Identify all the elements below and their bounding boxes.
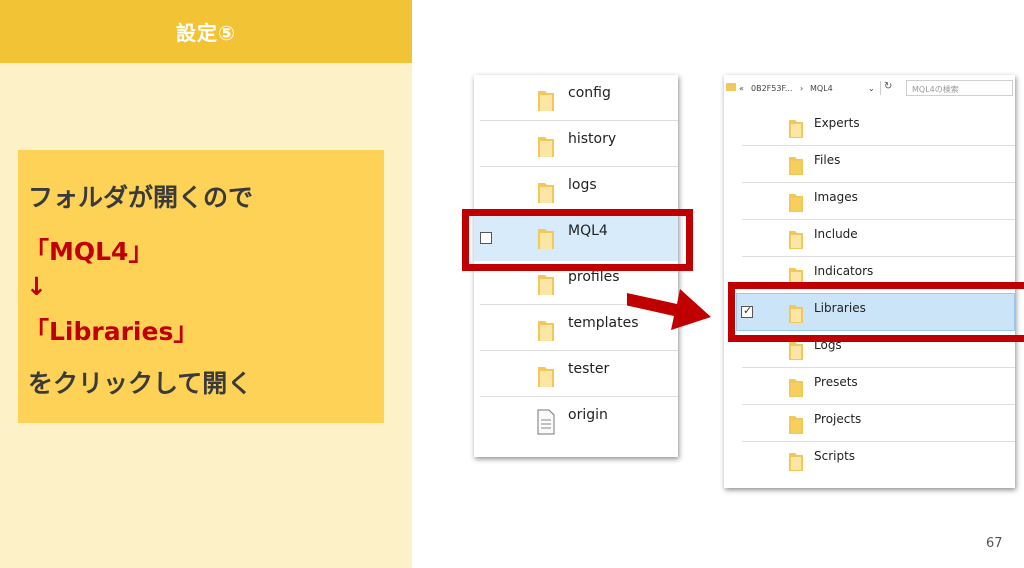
instruction-line-1: フォルダが開くので <box>28 183 254 212</box>
instruction-callout: フォルダが開くので 「MQL4」 ↓ 「Libraries」 をクリックして開く <box>18 150 384 423</box>
folder-icon <box>788 339 804 365</box>
address-bar[interactable]: « 0B2F53F... › MQL4 ⌄ ↻ MQL4の検索 <box>724 75 1015 101</box>
list-item-label: history <box>568 131 617 147</box>
list-item-label: logs <box>568 177 597 193</box>
list-item[interactable]: Images <box>724 183 1015 220</box>
folder-icon <box>536 133 556 163</box>
folder-icon <box>788 191 804 217</box>
list-item-label: Files <box>814 153 841 167</box>
list-item-label: origin <box>568 407 608 423</box>
list-item[interactable]: origin <box>474 397 678 443</box>
breadcrumb-item[interactable]: MQL4 <box>810 84 833 93</box>
list-item[interactable]: Include <box>724 220 1015 257</box>
instruction-arrow: ↓ <box>26 272 47 301</box>
divider <box>880 81 881 95</box>
page-number: 67 <box>986 536 1003 551</box>
slide-title: 設定⑤ <box>176 21 236 45</box>
folder-icon <box>726 83 736 91</box>
search-input[interactable]: MQL4の検索 <box>906 80 1013 96</box>
breadcrumb-overflow[interactable]: « <box>739 84 744 93</box>
breadcrumb-separator: › <box>800 84 804 93</box>
folder-icon <box>788 413 804 439</box>
list-item[interactable]: tester <box>474 351 678 397</box>
list-item-label: Presets <box>814 375 858 389</box>
instruction-line-5: をクリックして開く <box>28 369 253 398</box>
instruction-line-2: 「MQL4」 <box>24 237 154 266</box>
folder-icon <box>788 450 804 476</box>
list-item[interactable]: Files <box>724 146 1015 183</box>
header-bar: 設定⑤ <box>0 0 412 63</box>
list-item-label: Experts <box>814 116 860 130</box>
list-item-label: Indicators <box>814 264 874 278</box>
breadcrumb-item[interactable]: 0B2F53F... <box>751 84 792 93</box>
list-item[interactable]: Scripts <box>724 442 1015 479</box>
folder-icon <box>536 179 556 209</box>
instruction-panel: 設定⑤ フォルダが開くので 「MQL4」 ↓ 「Libraries」 をクリック… <box>0 0 412 568</box>
folder-icon <box>536 317 556 347</box>
search-placeholder: MQL4の検索 <box>912 85 959 94</box>
folder-icon <box>536 87 556 117</box>
highlight-box-mql4 <box>462 209 693 271</box>
folder-icon <box>788 228 804 254</box>
folder-icon <box>536 271 556 301</box>
folder-icon <box>788 154 804 180</box>
folder-icon <box>788 376 804 402</box>
folder-icon <box>788 117 804 143</box>
list-item-label: Scripts <box>814 449 856 463</box>
list-item-label: Images <box>814 190 858 204</box>
instruction-line-4: 「Libraries」 <box>24 317 199 346</box>
list-item[interactable]: config <box>474 75 678 121</box>
list-item[interactable]: Presets <box>724 368 1015 405</box>
list-item-label: tester <box>568 361 610 377</box>
list-item-label: profiles <box>568 269 620 285</box>
red-arrow-icon <box>627 289 711 330</box>
list-item[interactable]: Experts <box>724 109 1015 146</box>
refresh-icon[interactable]: ↻ <box>884 81 892 92</box>
list-item[interactable]: logs <box>474 167 678 213</box>
highlight-box-libraries <box>728 282 1024 342</box>
list-item-label: Projects <box>814 412 862 426</box>
list-item-label: config <box>568 85 611 101</box>
chevron-down-icon[interactable]: ⌄ <box>868 84 875 93</box>
list-item[interactable]: history <box>474 121 678 167</box>
folder-icon <box>536 363 556 393</box>
list-item-label: Include <box>814 227 858 241</box>
document-icon <box>536 409 556 439</box>
list-item[interactable]: Projects <box>724 405 1015 442</box>
